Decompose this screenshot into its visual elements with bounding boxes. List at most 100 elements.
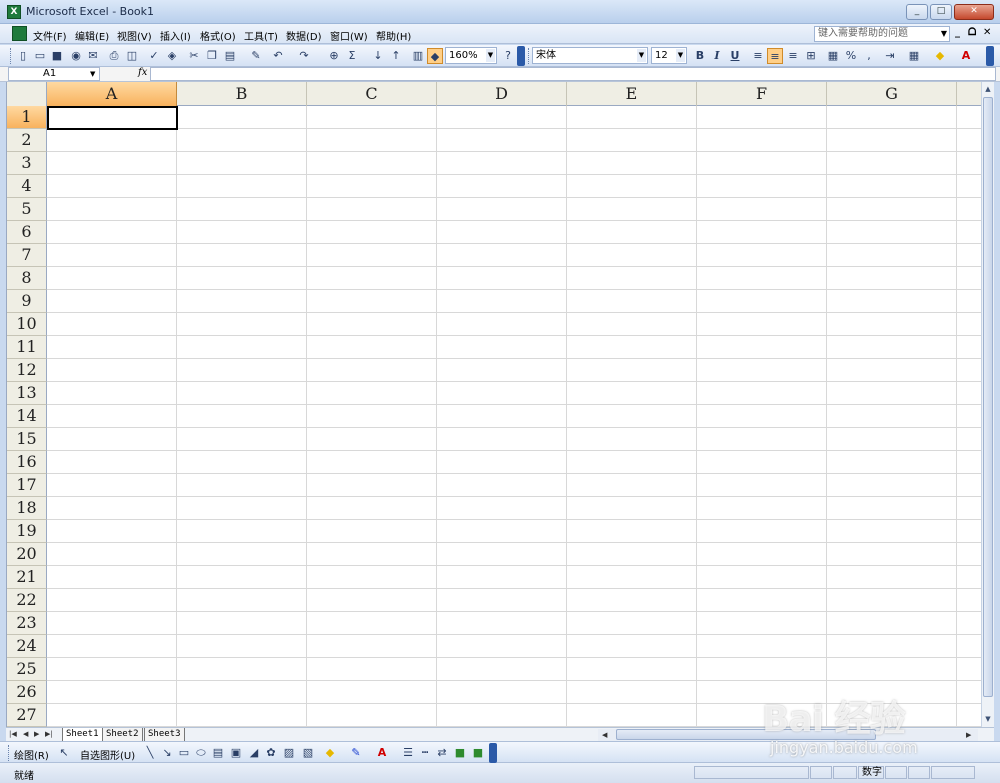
drawing-toggle-icon[interactable]: ◆ bbox=[427, 48, 443, 64]
row-header-16[interactable]: 16 bbox=[7, 451, 47, 474]
row-header-27[interactable]: 27 bbox=[7, 704, 47, 727]
comma-icon[interactable]: , bbox=[861, 48, 877, 64]
insert-picture-icon[interactable]: ▨ bbox=[281, 745, 297, 761]
row-header-3[interactable]: 3 bbox=[7, 152, 47, 175]
align-right-icon[interactable]: ≡ bbox=[785, 48, 801, 64]
undo-icon[interactable]: ↶ bbox=[270, 48, 286, 64]
excel-app-icon[interactable]: X bbox=[7, 5, 21, 19]
name-box-dropdown-icon[interactable]: ▼ bbox=[90, 68, 95, 80]
row-header-19[interactable]: 19 bbox=[7, 520, 47, 543]
redo-icon[interactable]: ↷ bbox=[296, 48, 312, 64]
autoshapes-menu-button[interactable]: 自选图形(U) bbox=[80, 747, 135, 762]
picture-icon[interactable]: ▧ bbox=[300, 745, 316, 761]
select-objects-icon[interactable]: ↖ bbox=[56, 745, 72, 761]
row-header-20[interactable]: 20 bbox=[7, 543, 47, 566]
diagram-icon[interactable]: ◢ bbox=[246, 745, 262, 761]
row-header-17[interactable]: 17 bbox=[7, 474, 47, 497]
menu-insert[interactable]: 插入(I) bbox=[160, 28, 191, 43]
menu-tools[interactable]: 工具(T) bbox=[244, 28, 278, 43]
row-header-7[interactable]: 7 bbox=[7, 244, 47, 267]
row-header-14[interactable]: 14 bbox=[7, 405, 47, 428]
borders-icon[interactable]: ▦ bbox=[906, 48, 922, 64]
bold-button[interactable]: B bbox=[692, 48, 708, 64]
font-size-select[interactable]: 12 ▼ bbox=[651, 47, 687, 64]
toolbar-options-icon[interactable] bbox=[517, 46, 525, 66]
help-dropdown-icon[interactable]: ▼ bbox=[939, 27, 949, 41]
draw-font-color-icon[interactable]: A bbox=[374, 745, 390, 761]
help-search-input[interactable]: 键入需要帮助的问题 bbox=[814, 26, 950, 42]
paste-icon[interactable]: ▤ bbox=[222, 48, 238, 64]
prev-sheet-icon[interactable]: ◀ bbox=[23, 728, 28, 741]
toolbar-grip[interactable] bbox=[10, 48, 13, 64]
underline-button[interactable]: U bbox=[727, 48, 743, 64]
formatting-options-icon[interactable] bbox=[986, 46, 994, 66]
draw-fill-color-icon[interactable]: ◆ bbox=[322, 745, 338, 761]
minimize-button[interactable]: _ bbox=[906, 4, 928, 20]
dash-style-icon[interactable]: ┅ bbox=[417, 745, 433, 761]
row-header-18[interactable]: 18 bbox=[7, 497, 47, 520]
sheet-tab-2[interactable]: Sheet2 bbox=[102, 728, 143, 741]
new-icon[interactable]: ▯ bbox=[15, 48, 31, 64]
align-left-icon[interactable]: ≡ bbox=[750, 48, 766, 64]
active-cell-a1[interactable] bbox=[47, 106, 178, 130]
cut-icon[interactable]: ✂ bbox=[186, 48, 202, 64]
drawbar-grip[interactable] bbox=[8, 745, 11, 761]
toolbar-grip-formatting[interactable] bbox=[528, 48, 531, 64]
row-header-2[interactable]: 2 bbox=[7, 129, 47, 152]
align-center-icon[interactable]: ≡ bbox=[767, 48, 783, 64]
research-icon[interactable]: ◈ bbox=[164, 48, 180, 64]
zoom-dropdown-icon[interactable]: ▼ bbox=[486, 49, 495, 62]
maximize-button[interactable]: □ bbox=[930, 4, 952, 20]
email-icon[interactable]: ✉ bbox=[85, 48, 101, 64]
row-header-13[interactable]: 13 bbox=[7, 382, 47, 405]
column-header-g[interactable]: G bbox=[827, 82, 957, 106]
sheet-tab-3[interactable]: Sheet3 bbox=[144, 728, 185, 741]
cell-area[interactable] bbox=[47, 106, 981, 727]
row-header-26[interactable]: 26 bbox=[7, 681, 47, 704]
sort-descending-icon[interactable]: ↑ bbox=[388, 48, 404, 64]
textbox-icon[interactable]: ▤ bbox=[210, 745, 226, 761]
indent-icon[interactable]: ⇥ bbox=[882, 48, 898, 64]
insert-function-icon[interactable]: fx bbox=[138, 67, 147, 78]
document-icon[interactable] bbox=[12, 26, 27, 41]
3d-icon[interactable]: ■ bbox=[470, 745, 486, 761]
column-header-e[interactable]: E bbox=[567, 82, 697, 106]
column-header-f[interactable]: F bbox=[697, 82, 827, 106]
drawbar-options-icon[interactable] bbox=[489, 743, 497, 763]
sheet-tab-1[interactable]: Sheet1 bbox=[62, 728, 103, 741]
oval-icon[interactable]: ⬭ bbox=[193, 745, 209, 761]
close-button[interactable]: ✕ bbox=[954, 4, 994, 20]
arrow-icon[interactable]: ↘ bbox=[159, 745, 175, 761]
fill-color-icon[interactable]: ◆ bbox=[932, 48, 948, 64]
row-header-22[interactable]: 22 bbox=[7, 589, 47, 612]
save-icon[interactable]: ■ bbox=[49, 48, 65, 64]
doc-close-button[interactable]: ✕ bbox=[983, 27, 991, 38]
line-style-icon[interactable]: ☰ bbox=[400, 745, 416, 761]
vertical-scrollbar[interactable]: ▲ ▼ bbox=[981, 82, 994, 727]
next-sheet-icon[interactable]: ▶ bbox=[34, 728, 39, 741]
column-header-b[interactable]: B bbox=[177, 82, 307, 106]
autosum-icon[interactable]: Σ bbox=[344, 48, 360, 64]
print-preview-icon[interactable]: ◫ bbox=[124, 48, 140, 64]
row-header-5[interactable]: 5 bbox=[7, 198, 47, 221]
menu-window[interactable]: 窗口(W) bbox=[330, 28, 368, 43]
column-header-c[interactable]: C bbox=[307, 82, 437, 106]
merge-center-icon[interactable]: ⊞ bbox=[803, 48, 819, 64]
line-icon[interactable]: ╲ bbox=[142, 745, 158, 761]
name-box[interactable]: A1 bbox=[8, 67, 100, 81]
column-header-a[interactable]: A bbox=[47, 82, 177, 106]
spelling-icon[interactable]: ✓ bbox=[146, 48, 162, 64]
hyperlink-icon[interactable]: ⊕ bbox=[326, 48, 342, 64]
menu-format[interactable]: 格式(O) bbox=[200, 28, 236, 43]
rectangle-icon[interactable]: ▭ bbox=[176, 745, 192, 761]
row-header-10[interactable]: 10 bbox=[7, 313, 47, 336]
row-header-12[interactable]: 12 bbox=[7, 359, 47, 382]
percent-button[interactable]: % bbox=[843, 48, 859, 64]
zoom-select[interactable]: 160% ▼ bbox=[445, 47, 497, 64]
arrow-style-icon[interactable]: ⇄ bbox=[434, 745, 450, 761]
font-dropdown-icon[interactable]: ▼ bbox=[637, 49, 646, 62]
doc-restore-button[interactable]: ᗝ bbox=[968, 27, 976, 38]
sort-ascending-icon[interactable]: ↓ bbox=[370, 48, 386, 64]
permission-icon[interactable]: ◉ bbox=[68, 48, 84, 64]
row-header-6[interactable]: 6 bbox=[7, 221, 47, 244]
